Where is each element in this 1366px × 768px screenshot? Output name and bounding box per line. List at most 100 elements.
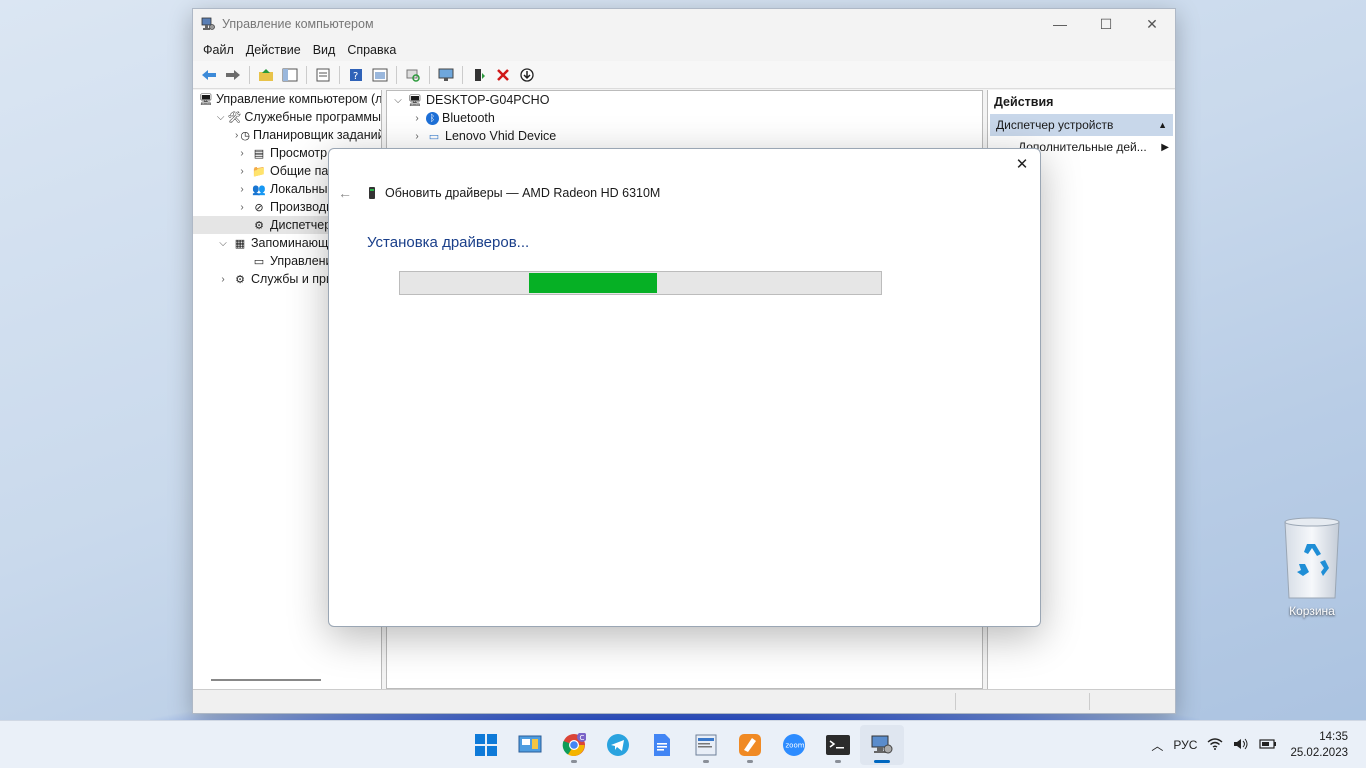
toolbar-separator bbox=[396, 65, 397, 84]
update-driver-icon[interactable] bbox=[468, 64, 490, 86]
tree-item[interactable]: › ᛒ Bluetooth bbox=[387, 109, 982, 127]
svg-text:?: ? bbox=[353, 71, 358, 82]
taskbar-telegram[interactable] bbox=[596, 725, 640, 765]
update-drivers-dialog: ✕ ← Обновить драйверы — AMD Radeon HD 63… bbox=[328, 148, 1041, 627]
menu-file[interactable]: Файл bbox=[197, 43, 240, 57]
menu-view[interactable]: Вид bbox=[307, 43, 342, 57]
device-icon bbox=[369, 187, 375, 199]
computer-icon: 🖥 bbox=[408, 94, 422, 107]
tree-item[interactable]: ⌵ 🛠 Служебные программы bbox=[193, 108, 381, 126]
chevron-up-icon[interactable]: ︿ bbox=[1146, 737, 1168, 754]
dialog-close-button[interactable]: ✕ bbox=[1010, 153, 1034, 175]
dialog-title: Обновить драйверы — AMD Radeon HD 6310M bbox=[385, 186, 661, 200]
properties-icon[interactable] bbox=[312, 64, 334, 86]
recycle-bin-label: Корзина bbox=[1289, 604, 1335, 618]
monitor-icon: ▭ bbox=[428, 130, 440, 143]
toolbar-separator bbox=[306, 65, 307, 84]
help-icon[interactable]: ? bbox=[345, 64, 367, 86]
docs-icon bbox=[654, 734, 670, 756]
taskbar-control-panel[interactable] bbox=[508, 725, 552, 765]
uninstall-icon[interactable] bbox=[492, 64, 514, 86]
wifi-icon[interactable] bbox=[1202, 737, 1228, 753]
toolbar-separator bbox=[339, 65, 340, 84]
start-icon bbox=[475, 734, 497, 756]
tree-item[interactable]: › ▭ Lenovo Vhid Device bbox=[387, 127, 982, 145]
collapsed-arrow-icon[interactable]: › bbox=[235, 202, 249, 213]
volume-icon[interactable] bbox=[1228, 738, 1254, 753]
submenu-arrow-icon: ▶ bbox=[1161, 141, 1169, 153]
performance-icon: ⊘ bbox=[254, 201, 264, 214]
forward-icon[interactable] bbox=[222, 64, 244, 86]
chrome-icon: C bbox=[562, 733, 586, 756]
system-tray: ︿ РУС 14:35 25.02.2023 bbox=[1146, 721, 1366, 768]
collapse-icon[interactable]: ▲ bbox=[1158, 120, 1167, 130]
back-arrow-icon[interactable]: ← bbox=[335, 184, 355, 202]
active-indicator bbox=[874, 760, 890, 763]
collapsed-arrow-icon[interactable]: › bbox=[235, 130, 238, 141]
tree-item-label: DESKTOP-G04PCHO bbox=[426, 93, 550, 107]
taskbar-zoom[interactable]: zoom bbox=[772, 725, 816, 765]
tree-item-label: Служебные программы bbox=[244, 110, 381, 124]
actions-device-manager-label: Диспетчер устройств bbox=[996, 118, 1114, 132]
tree-item[interactable]: ⌵ 🖥 DESKTOP-G04PCHO bbox=[387, 91, 982, 109]
taskbar-terminal[interactable] bbox=[816, 725, 860, 765]
computer-management-icon bbox=[201, 17, 215, 31]
taskbar-docs[interactable] bbox=[640, 725, 684, 765]
language-indicator[interactable]: РУС bbox=[1168, 738, 1202, 752]
svg-text:C: C bbox=[580, 734, 585, 742]
download-icon[interactable] bbox=[516, 64, 538, 86]
status-divider bbox=[955, 693, 956, 710]
actions-device-manager[interactable]: Диспетчер устройств ▲ bbox=[990, 114, 1173, 136]
storage-icon: ▦ bbox=[234, 237, 246, 250]
collapsed-arrow-icon[interactable]: › bbox=[235, 148, 249, 159]
collapsed-arrow-icon[interactable]: › bbox=[235, 166, 249, 177]
collapsed-arrow-icon[interactable]: › bbox=[216, 274, 230, 285]
tree-item[interactable]: › ◷ Планировщик заданий bbox=[193, 126, 381, 144]
expanded-arrow-icon[interactable]: ⌵ bbox=[216, 112, 225, 123]
clock[interactable]: 14:35 25.02.2023 bbox=[1282, 729, 1366, 761]
menu-bar: Файл Действие Вид Справка bbox=[193, 39, 1175, 61]
minimize-button[interactable]: — bbox=[1037, 9, 1083, 39]
running-indicator bbox=[571, 760, 577, 763]
expanded-arrow-icon[interactable]: ⌵ bbox=[391, 95, 405, 106]
maximize-button[interactable]: ☐ bbox=[1083, 9, 1129, 39]
scan-hardware-icon[interactable] bbox=[402, 64, 424, 86]
taskbar-apps: C zoom bbox=[464, 721, 904, 768]
recycle-bin[interactable]: Корзина bbox=[1270, 516, 1354, 618]
tree-item-label: Управление компьютером (л bbox=[215, 92, 382, 106]
status-bar bbox=[193, 689, 1175, 713]
view-icon[interactable] bbox=[369, 64, 391, 86]
show-tree-icon[interactable] bbox=[279, 64, 301, 86]
back-icon[interactable] bbox=[198, 64, 220, 86]
zoom-icon: zoom bbox=[783, 734, 805, 756]
taskbar-notes[interactable] bbox=[728, 725, 772, 765]
control-panel-icon bbox=[518, 735, 542, 753]
taskbar-editor[interactable] bbox=[684, 725, 728, 765]
battery-icon[interactable] bbox=[1254, 738, 1282, 753]
tree-item-label: Bluetooth bbox=[442, 111, 495, 125]
toolbar-separator bbox=[429, 65, 430, 84]
recycle-bin-icon bbox=[1277, 516, 1347, 602]
close-button[interactable]: ✕ bbox=[1129, 9, 1175, 39]
menu-action[interactable]: Действие bbox=[240, 43, 307, 57]
expanded-arrow-icon[interactable]: ⌵ bbox=[216, 238, 230, 249]
computer-management-icon bbox=[871, 735, 893, 754]
title-bar[interactable]: Управление компьютером — ☐ ✕ bbox=[193, 9, 1175, 39]
up-folder-icon[interactable] bbox=[255, 64, 277, 86]
tree-item[interactable]: 🖥 Управление компьютером (л bbox=[193, 90, 381, 108]
collapsed-arrow-icon[interactable]: › bbox=[235, 184, 249, 195]
computer-management-icon: 🖥 bbox=[199, 93, 213, 106]
monitor-icon[interactable] bbox=[435, 64, 457, 86]
collapsed-arrow-icon[interactable]: › bbox=[410, 113, 424, 124]
horizontal-scrollbar[interactable] bbox=[211, 679, 321, 681]
start-button[interactable] bbox=[464, 725, 508, 765]
tree-item-label: Lenovo Vhid Device bbox=[445, 129, 557, 143]
menu-help[interactable]: Справка bbox=[341, 43, 402, 57]
taskbar-chrome[interactable]: C bbox=[552, 725, 596, 765]
window-title: Управление компьютером bbox=[222, 17, 374, 31]
taskbar-computer-management[interactable] bbox=[860, 725, 904, 765]
actions-header: Действия bbox=[994, 95, 1054, 109]
collapsed-arrow-icon[interactable]: › bbox=[410, 131, 424, 142]
dialog-header: Обновить драйверы — AMD Radeon HD 6310M bbox=[369, 186, 660, 200]
bluetooth-icon: ᛒ bbox=[426, 111, 439, 125]
